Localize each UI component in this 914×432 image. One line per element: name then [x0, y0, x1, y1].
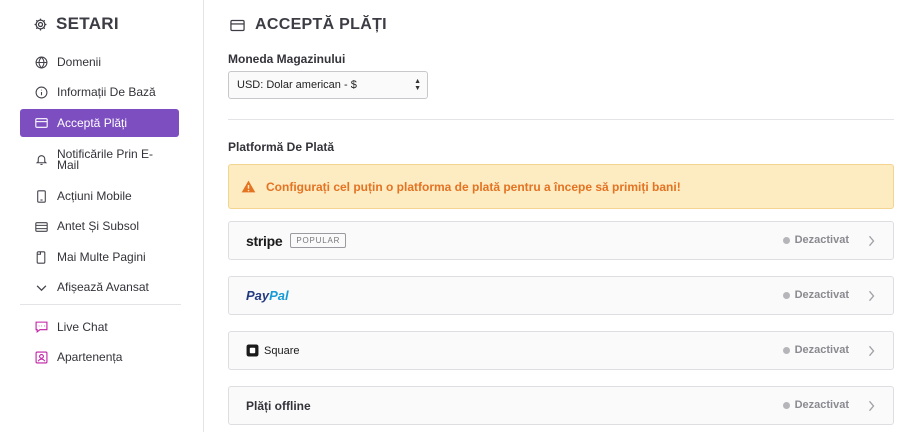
bell-icon: [34, 153, 48, 167]
sidebar-item-label: Antet Și Subsol: [57, 219, 140, 233]
user-badge-icon: [34, 351, 48, 365]
sidebar-extra-nav: Live Chat Apartenența: [20, 313, 179, 374]
chevron-down-icon: [34, 281, 48, 295]
paypal-logo-part2: Pal: [269, 288, 289, 303]
chevron-right-icon: [868, 345, 875, 357]
chevron-right-icon: [868, 235, 875, 247]
platform-label: Platformă De Plată: [228, 140, 335, 154]
status-text: Dezactivat: [794, 344, 849, 356]
sidebar: SETARI Domenii Informații De Bază Accept…: [0, 0, 204, 432]
sidebar-divider: [20, 304, 181, 305]
sidebar-item-apartenenta[interactable]: Apartenența: [20, 344, 179, 372]
section-divider: [228, 119, 894, 120]
square-icon: [246, 344, 259, 357]
payment-row-square[interactable]: Square Dezactivat: [228, 331, 894, 370]
sidebar-item-notificari[interactable]: Notificările Prin E-Mail: [20, 140, 179, 180]
status-text: Dezactivat: [794, 289, 849, 301]
sidebar-item-live-chat[interactable]: Live Chat: [20, 313, 179, 341]
status-dot-icon: [782, 236, 790, 244]
sidebar-item-label: Afișează Avansat: [57, 280, 149, 294]
sidebar-nav: Domenii Informații De Bază Acceptă Plăți…: [20, 48, 179, 304]
status-text: Dezactivat: [794, 399, 849, 411]
payment-row-paypal[interactable]: PayPal Dezactivat: [228, 276, 894, 315]
sidebar-item-mai-multe-pagini[interactable]: Mai Multe Pagini: [20, 243, 179, 271]
stripe-logo: stripe: [246, 232, 283, 249]
payment-row-offline[interactable]: Plăți offline Dezactivat: [228, 386, 894, 425]
sidebar-item-label: Live Chat: [57, 319, 108, 334]
sidebar-item-domenii[interactable]: Domenii: [20, 48, 179, 76]
status-dot-icon: [782, 291, 790, 299]
currency-select[interactable]: USD: Dolar american - $ ▲ ▼: [228, 71, 428, 99]
status-badge: Dezactivat: [782, 344, 849, 356]
pages-icon: [34, 250, 48, 264]
status-text: Dezactivat: [794, 234, 849, 246]
sidebar-item-accepta-plati[interactable]: Acceptă Plăți: [20, 109, 179, 137]
page-title: ACCEPTĂ PLĂȚI: [230, 16, 387, 34]
layout-icon: [34, 220, 48, 234]
warning-banner: Configurați cel puțin o platforma de pla…: [228, 164, 894, 209]
page-title-text: ACCEPTĂ PLĂȚI: [255, 16, 387, 33]
chevron-right-icon: [868, 400, 875, 412]
sidebar-item-label: Apartenența: [57, 350, 123, 364]
chevron-right-icon: [868, 290, 875, 302]
card-icon: [34, 116, 48, 130]
status-badge: Dezactivat: [782, 234, 849, 246]
status-dot-icon: [782, 401, 790, 409]
sidebar-title: SETARI: [33, 14, 119, 34]
globe-icon: [34, 55, 48, 69]
sidebar-item-antet-subsol[interactable]: Antet Și Subsol: [20, 213, 179, 241]
warning-icon: [241, 180, 256, 193]
currency-label: Moneda Magazinului: [228, 52, 346, 66]
sidebar-item-informatii[interactable]: Informații De Bază: [20, 79, 179, 107]
info-icon: [34, 86, 48, 100]
sidebar-item-label: Notificările Prin E-Mail: [57, 146, 154, 172]
paypal-logo: PayPal: [246, 288, 289, 303]
square-name: Square: [264, 344, 300, 357]
warning-text: Configurați cel puțin o platforma de pla…: [266, 179, 681, 194]
mobile-icon: [34, 189, 48, 203]
sidebar-item-label: Acceptă Plăți: [57, 115, 128, 130]
sidebar-item-label: Acțiuni Mobile: [57, 188, 132, 203]
currency-select-value: USD: Dolar american - $: [237, 79, 357, 91]
sidebar-item-afiseaza-avansat[interactable]: Afișează Avansat: [20, 274, 179, 302]
popular-badge: POPULAR: [290, 233, 347, 248]
payment-row-stripe[interactable]: stripe POPULAR Dezactivat: [228, 221, 894, 260]
sidebar-item-label: Informații De Bază: [57, 85, 156, 99]
square-logo: Square: [246, 344, 299, 357]
sidebar-item-actiuni-mobile[interactable]: Acțiuni Mobile: [20, 182, 179, 210]
offline-payments-label: Plăți offline: [246, 398, 311, 413]
card-icon: [230, 19, 245, 31]
paypal-logo-part1: Pay: [246, 288, 270, 303]
status-dot-icon: [782, 346, 790, 354]
chat-icon: [34, 320, 48, 334]
gear-icon: [34, 18, 47, 30]
sidebar-item-label: Domenii: [57, 54, 102, 69]
status-badge: Dezactivat: [782, 399, 849, 411]
status-badge: Dezactivat: [782, 289, 849, 301]
sidebar-item-label: Mai Multe Pagini: [57, 249, 146, 264]
sidebar-title-text: SETARI: [56, 14, 119, 33]
select-arrows-icon: ▲ ▼: [414, 78, 421, 92]
